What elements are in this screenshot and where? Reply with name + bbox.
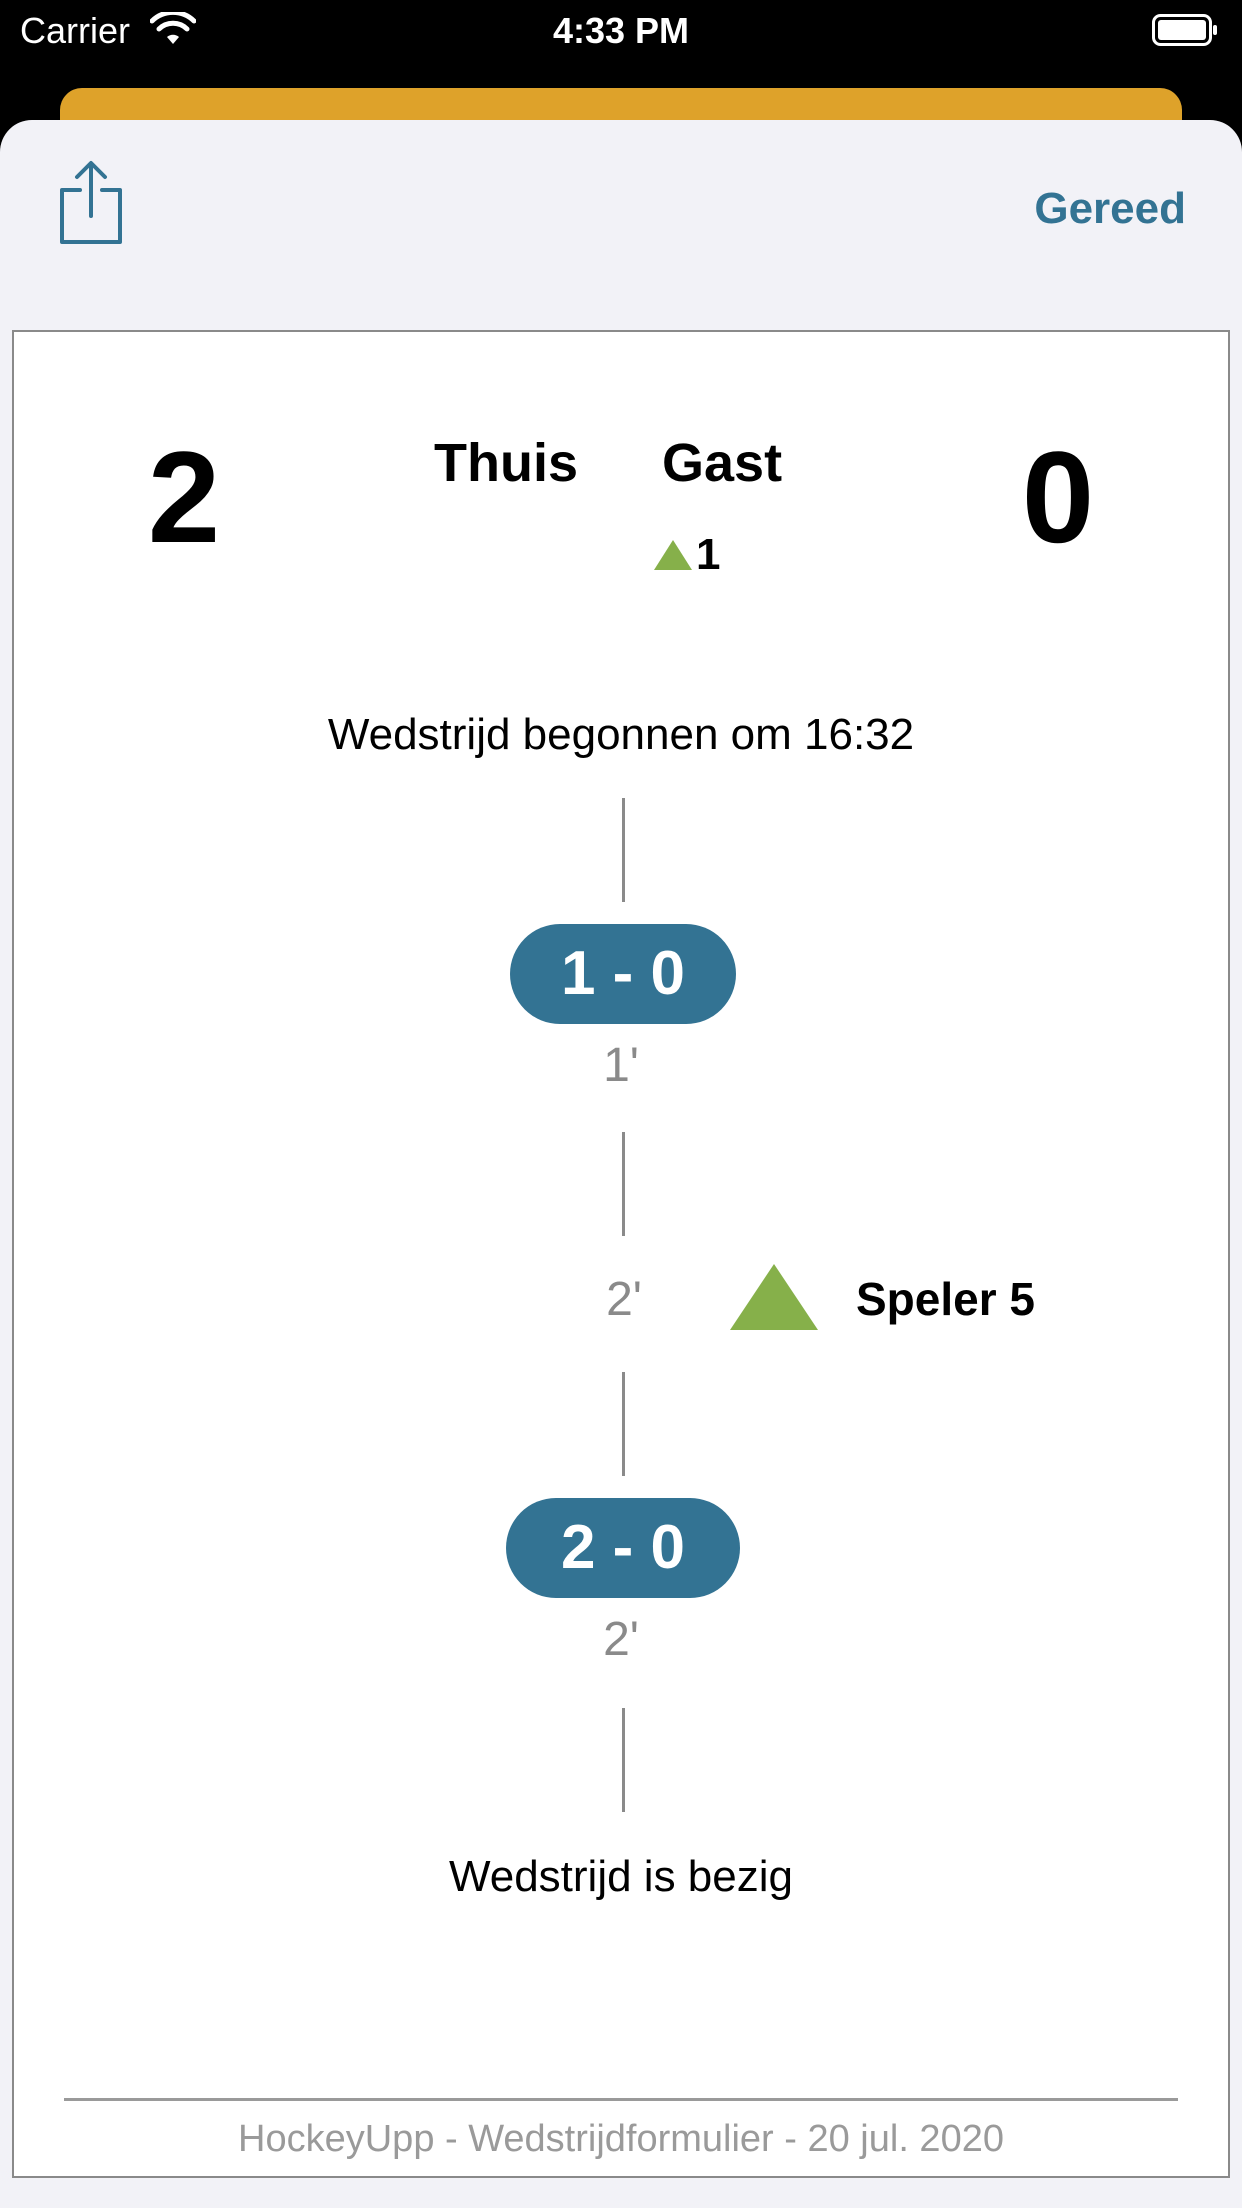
- timeline-connector: [622, 1372, 625, 1476]
- match-status-text: Wedstrijd is bezig: [449, 1852, 793, 1901]
- match-form-card: 2 Thuis Gast 0 1 Wedstrijd begonnen om 1…: [12, 330, 1230, 2178]
- timeline-connector: [622, 798, 625, 902]
- event-player-name: Speler 5: [856, 1273, 1035, 1325]
- green-card-icon: [730, 1264, 818, 1330]
- share-icon[interactable]: [56, 160, 126, 246]
- match-start-text: Wedstrijd begonnen om 16:32: [327, 710, 915, 759]
- event-minute: 1': [603, 1039, 639, 1092]
- event-minute: 2': [603, 1613, 639, 1666]
- footer-divider: [64, 2098, 1178, 2101]
- battery-icon: [1152, 14, 1217, 46]
- away-card-count-value: 1: [696, 530, 721, 579]
- goal-score-badge: 1 - 0: [510, 924, 736, 1024]
- done-button[interactable]: Gereed: [1034, 184, 1186, 234]
- event-minute: 2': [606, 1273, 642, 1326]
- status-bar: Carrier 4:33 PM: [0, 0, 1242, 62]
- away-team-label: Gast: [662, 433, 783, 493]
- home-score: 2: [147, 424, 221, 570]
- footer-text: HockeyUpp - Wedstrijdformulier - 20 jul.…: [238, 2118, 1004, 2160]
- away-card-count: 1: [654, 530, 721, 579]
- timeline-connector: [622, 1132, 625, 1236]
- away-score: 0: [1021, 424, 1095, 570]
- timeline-connector: [622, 1708, 625, 1812]
- green-card-icon: [654, 540, 692, 570]
- goal-score-badge: 2 - 0: [506, 1498, 740, 1598]
- status-time: 4:33 PM: [552, 10, 690, 51]
- home-team-label: Thuis: [434, 433, 578, 493]
